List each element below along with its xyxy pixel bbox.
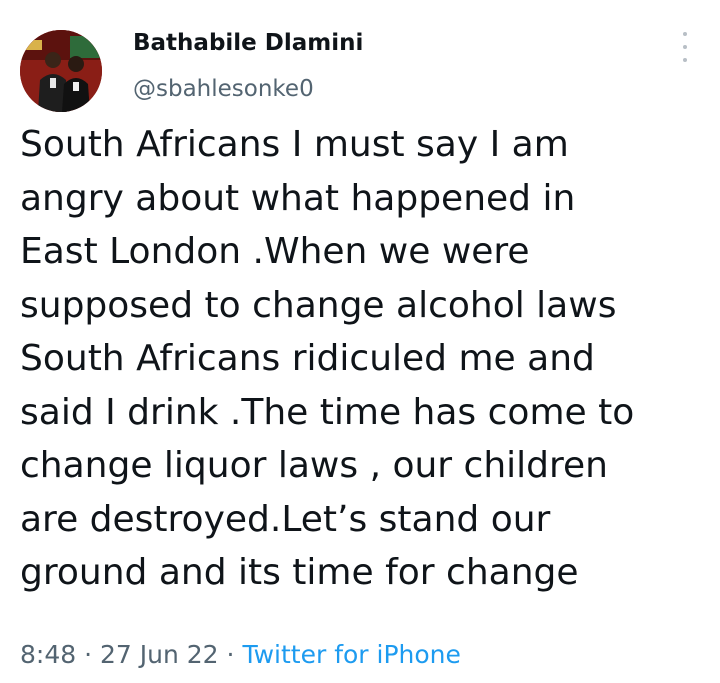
more-options-icon[interactable] [676,32,694,62]
dot-icon [683,45,687,49]
tweet-text: South Africans I must say I am angry abo… [20,124,635,593]
meta-separator: · [84,640,93,669]
tweet-time[interactable]: 8:48 [20,640,76,669]
tweet-date[interactable]: 27 Jun 22 [100,640,219,669]
tweet-source-link[interactable]: Twitter for iPhone [242,640,460,669]
author-display-name[interactable]: Bathabile Dlamini [133,30,363,56]
author-avatar[interactable] [20,30,102,112]
author-handle[interactable]: @sbahlesonke0 [133,76,314,102]
dot-icon [683,58,687,62]
tweet-metadata: 8:48 · 27 Jun 22 · Twitter for iPhone [20,640,461,669]
dot-icon [683,32,687,36]
meta-separator: · [226,640,235,669]
avatar-photo [20,30,102,112]
tweet-card: Bathabile Dlamini @sbahlesonke0 South Af… [0,0,720,683]
